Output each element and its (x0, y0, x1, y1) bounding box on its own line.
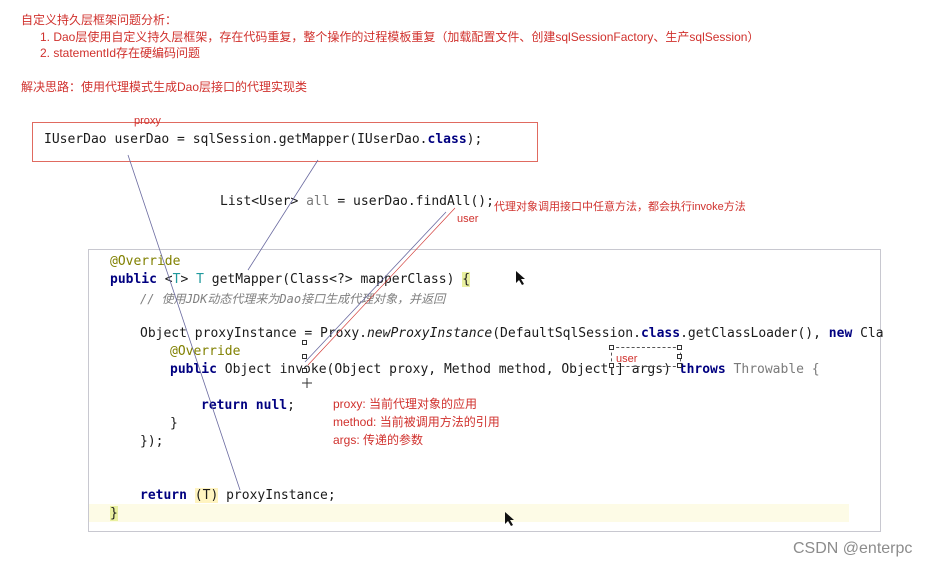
getmapper-link-line (247, 159, 319, 271)
move-cursor-icon (302, 378, 312, 388)
mouse-cursor-icon (505, 512, 514, 526)
connector-lines (127, 154, 525, 526)
findall-red-line (307, 207, 456, 366)
watermark: CSDN @enterpc (793, 540, 913, 557)
proxy-to-return-line (127, 154, 241, 491)
findall-to-invoke-line (304, 211, 447, 363)
mouse-cursor-icon (516, 271, 525, 285)
